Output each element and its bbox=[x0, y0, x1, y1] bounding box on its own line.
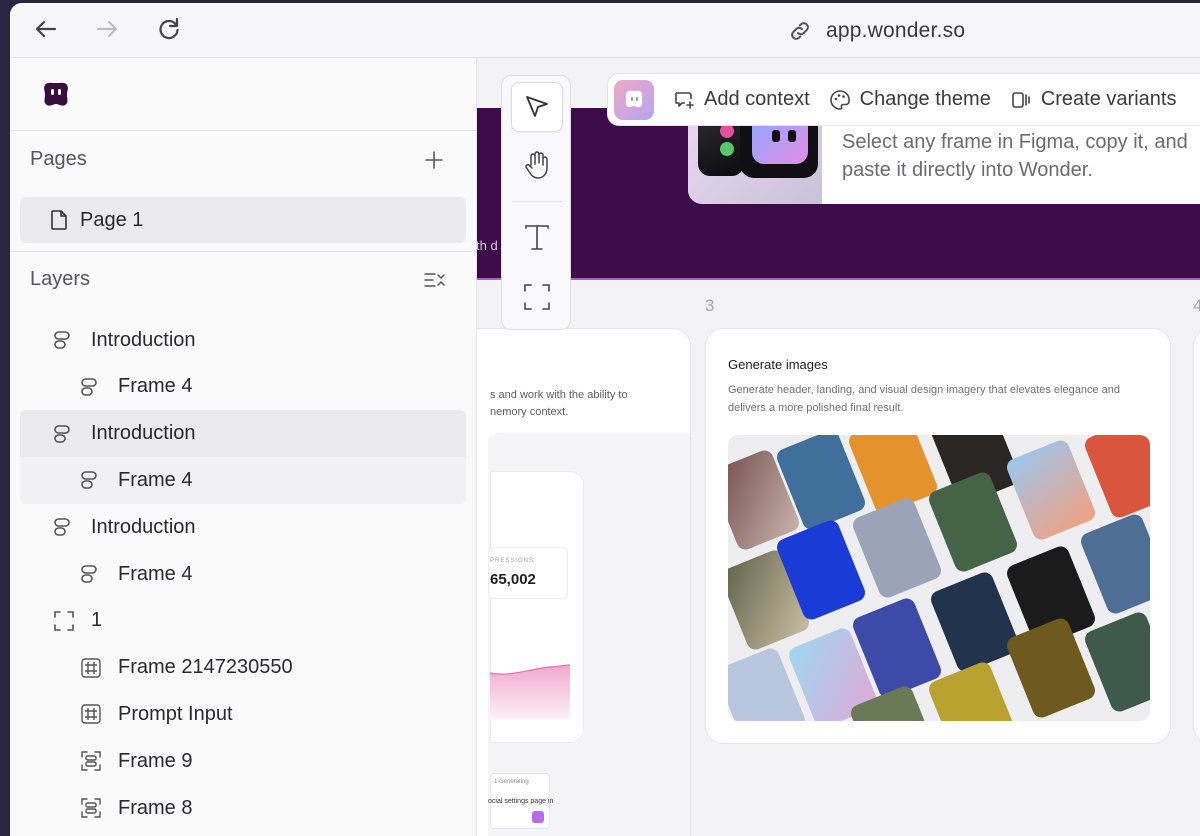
hand-tool[interactable] bbox=[511, 140, 563, 190]
column-number: 3 bbox=[705, 296, 715, 315]
gallery-image bbox=[1078, 511, 1150, 617]
layer-label: Frame 4 bbox=[118, 375, 193, 398]
layer-item[interactable]: Introduction bbox=[52, 411, 196, 457]
url-text: app.wonder.so bbox=[826, 19, 966, 42]
card-description: s and work with the ability to nemory co… bbox=[490, 389, 628, 418]
layer-label: Frame 9 bbox=[118, 749, 193, 772]
variants-icon bbox=[1012, 91, 1030, 108]
layer-item[interactable]: Frame 8 bbox=[79, 785, 192, 831]
hand-icon bbox=[525, 151, 548, 179]
layer-item[interactable]: Frame 4 bbox=[79, 551, 192, 597]
collapse-layers-button[interactable] bbox=[420, 266, 448, 294]
change-theme-button[interactable]: Change theme bbox=[828, 88, 991, 112]
layer-label: Prompt Input bbox=[118, 702, 233, 725]
wonder-logo-icon[interactable] bbox=[42, 80, 70, 113]
layer-item[interactable]: Frame 2147230550 bbox=[79, 645, 293, 691]
pointer-tool[interactable] bbox=[511, 82, 563, 132]
send-icon bbox=[532, 811, 544, 823]
layout-icon bbox=[79, 375, 103, 399]
frame-icon bbox=[524, 284, 550, 310]
address-bar[interactable]: app.wonder.so bbox=[788, 17, 965, 45]
stack-frame-icon bbox=[79, 796, 103, 820]
reload-icon[interactable] bbox=[155, 15, 183, 43]
context-toolbar: Add context Change theme Create variants bbox=[607, 73, 1200, 126]
gallery-image bbox=[1004, 615, 1098, 721]
layout-icon bbox=[79, 468, 103, 492]
mini-prompt-text: ocial settings page in bbox=[488, 798, 554, 805]
column-number: 4 bbox=[1193, 296, 1200, 315]
page-item[interactable]: Page 1 bbox=[20, 197, 466, 243]
collapse-list-icon bbox=[424, 273, 445, 287]
hero-description: Select any frame in Figma, copy it, and … bbox=[842, 131, 1188, 181]
gallery-image bbox=[928, 569, 1022, 675]
plus-icon bbox=[425, 151, 443, 169]
feature-card-partial[interactable] bbox=[1193, 328, 1200, 744]
layer-item[interactable]: 1 bbox=[52, 598, 102, 644]
hash-frame-icon bbox=[79, 702, 103, 726]
layer-item[interactable]: Introduction bbox=[52, 317, 196, 363]
back-arrow-icon[interactable] bbox=[32, 15, 60, 43]
hash-frame-icon bbox=[79, 656, 103, 680]
feature-card-memory[interactable]: s and work with the ability to nemory co… bbox=[450, 328, 691, 836]
layer-label: Introduction bbox=[91, 515, 196, 538]
layer-label: Frame 4 bbox=[118, 562, 193, 585]
forward-arrow-icon[interactable] bbox=[93, 15, 121, 43]
layer-label: Frame 2147230550 bbox=[118, 656, 293, 679]
create-variants-button[interactable]: Create variants bbox=[1009, 88, 1176, 112]
add-context-button[interactable]: Add context bbox=[672, 88, 810, 112]
browser-toolbar: app.wonder.so bbox=[10, 3, 1200, 58]
pointer-icon bbox=[526, 96, 548, 117]
palette-icon bbox=[829, 89, 850, 110]
pages-heading: Pages bbox=[30, 148, 87, 170]
stack-frame-icon bbox=[79, 749, 103, 773]
layer-item[interactable]: Introduction bbox=[52, 504, 196, 550]
generating-status: 1 Generating bbox=[494, 779, 529, 785]
gallery-image bbox=[850, 495, 944, 601]
sidebar: Pages Page 1 Layers Introduction Frame 4 I… bbox=[10, 58, 477, 836]
feature-card-generate-images[interactable]: Generate images Generate header, landing… bbox=[705, 328, 1171, 744]
layers-heading: Layers bbox=[30, 268, 91, 290]
file-icon bbox=[50, 209, 68, 231]
layout-icon bbox=[52, 328, 76, 352]
layer-label: 1 bbox=[91, 609, 103, 632]
tool-palette bbox=[501, 75, 571, 330]
add-comment-icon bbox=[675, 91, 694, 109]
stat-value: 65,002 bbox=[490, 571, 536, 588]
layer-label: Introduction bbox=[91, 328, 196, 351]
wonder-logo-icon[interactable] bbox=[614, 79, 654, 120]
layer-item[interactable]: Frame 4 bbox=[79, 457, 192, 503]
layer-label: Frame 4 bbox=[118, 468, 193, 491]
text-tool[interactable] bbox=[511, 212, 563, 262]
link-icon bbox=[791, 22, 809, 40]
layout-icon bbox=[79, 562, 103, 586]
layer-label: Frame 8 bbox=[118, 796, 193, 819]
layout-icon bbox=[52, 515, 76, 539]
gallery-image bbox=[1082, 609, 1150, 715]
gallery-image bbox=[1004, 437, 1098, 543]
layout-icon bbox=[52, 422, 76, 446]
card-title: Generate images bbox=[728, 357, 828, 372]
frame-tool[interactable] bbox=[511, 272, 563, 322]
area-chart bbox=[490, 664, 570, 719]
add-page-button[interactable] bbox=[420, 146, 448, 174]
stat-label: PRESSIONS bbox=[490, 558, 535, 564]
page-label: Page 1 bbox=[80, 208, 144, 231]
layer-item[interactable]: Prompt Input bbox=[79, 691, 233, 737]
frame-icon bbox=[52, 609, 76, 633]
layer-label: Introduction bbox=[91, 422, 196, 445]
text-icon bbox=[525, 225, 549, 250]
layer-item[interactable]: Frame 9 bbox=[79, 738, 192, 784]
layer-item[interactable]: Frame 4 bbox=[79, 364, 192, 410]
image-gallery bbox=[728, 435, 1150, 721]
card-description: Generate header, landing, and visual des… bbox=[728, 384, 1120, 414]
